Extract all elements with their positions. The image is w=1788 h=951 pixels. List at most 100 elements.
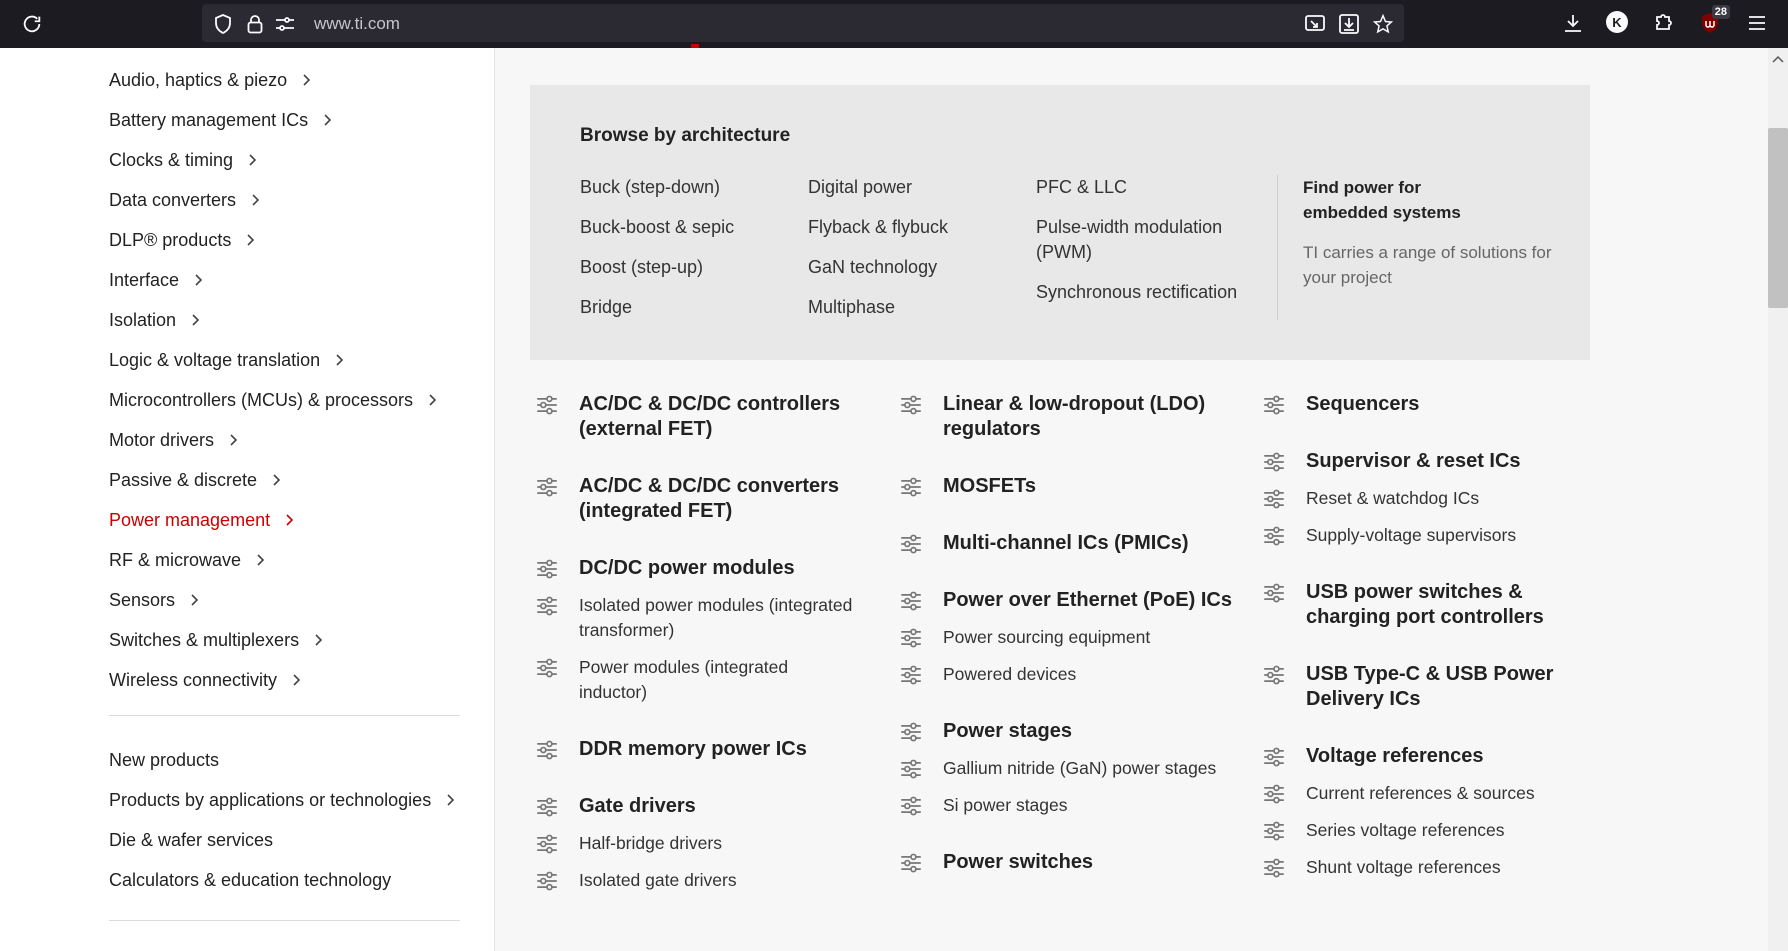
picture-in-picture-icon[interactable] (1304, 13, 1326, 35)
filter-sliders-icon (537, 740, 557, 760)
architecture-link-boost-step-up[interactable]: Boost (step-up) (580, 255, 805, 280)
sidebar-item-switches-multiplexers[interactable]: Switches & multiplexers (109, 620, 441, 660)
scroll-up-arrow-icon[interactable] (1768, 52, 1788, 66)
filter-sliders-icon (537, 559, 557, 579)
category-label: USB power switches & charging port contr… (1306, 581, 1544, 628)
category-link-power-switches[interactable]: Power switches (901, 850, 1233, 875)
filter-sliders-icon (1264, 452, 1284, 472)
filter-sliders-icon (901, 477, 921, 497)
category-label: Shunt voltage references (1306, 857, 1501, 877)
sidebar-item-wireless-connectivity[interactable]: Wireless connectivity (109, 660, 441, 700)
sidebar-item-rf-microwave[interactable]: RF & microwave (109, 540, 441, 580)
category-label: Gallium nitride (GaN) power stages (943, 758, 1217, 778)
url-text[interactable]: www.ti.com (314, 14, 400, 34)
sidebar-item-audio-haptics-piezo[interactable]: Audio, haptics & piezo (109, 60, 441, 100)
sidebar-item-motor-drivers[interactable]: Motor drivers (109, 420, 441, 460)
subcategory-link-series-voltage-references[interactable]: Series voltage references (1264, 818, 1566, 843)
filter-sliders-icon (1264, 395, 1284, 415)
extensions-puzzle-icon[interactable] (1650, 10, 1676, 36)
architecture-link-gan-technology[interactable]: GaN technology (808, 255, 1033, 280)
subcategory-link-power-sourcing-equipment[interactable]: Power sourcing equipment (901, 625, 1233, 650)
category-link-supervisor-reset-ics[interactable]: Supervisor & reset ICs (1264, 449, 1566, 474)
architecture-link-flyback-flybuck[interactable]: Flyback & flybuck (808, 215, 1033, 240)
subcategory-link-supply-voltage-supervisors[interactable]: Supply-voltage supervisors (1264, 523, 1566, 548)
subcategory-link-reset-watchdog-ics[interactable]: Reset & watchdog ICs (1264, 486, 1566, 511)
filter-sliders-icon (1264, 747, 1284, 767)
permissions-icon[interactable] (274, 13, 296, 35)
architecture-link-bridge[interactable]: Bridge (580, 295, 805, 320)
account-avatar-icon[interactable]: K (1606, 11, 1628, 33)
sidebar-item-clocks-timing[interactable]: Clocks & timing (109, 140, 441, 180)
page-scrollbar[interactable] (1768, 48, 1788, 951)
category-link-power-over-ethernet-poe-ics[interactable]: Power over Ethernet (PoE) ICs (901, 588, 1233, 613)
subcategory-link-half-bridge-drivers[interactable]: Half-bridge drivers (537, 831, 859, 856)
filter-sliders-icon (537, 658, 557, 678)
chevron-right-icon (252, 194, 260, 206)
subcategory-link-isolated-power-modules-integrated-transformer[interactable]: Isolated power modules (integrated trans… (537, 593, 859, 643)
ublock-shield-icon[interactable]: 28 (1698, 5, 1730, 35)
category-link-ac-dc-dc-dc-controllers-external-fet[interactable]: AC/DC & DC/DC controllers (external FET) (537, 392, 859, 442)
category-link-mosfets[interactable]: MOSFETs (901, 474, 1233, 499)
downloads-icon[interactable] (1560, 10, 1586, 36)
category-link-sequencers[interactable]: Sequencers (1264, 392, 1566, 417)
subcategory-link-current-references-sources[interactable]: Current references & sources (1264, 781, 1566, 806)
sidebar-item-power-management[interactable]: Power management (109, 500, 441, 540)
architecture-link-multiphase[interactable]: Multiphase (808, 295, 1033, 320)
category-link-usb-type-c-usb-power-delivery-ics[interactable]: USB Type-C & USB Power Delivery ICs (1264, 662, 1566, 712)
category-link-dc-dc-power-modules[interactable]: DC/DC power modules (537, 556, 859, 581)
architecture-link-pfc-llc[interactable]: PFC & LLC (1036, 175, 1251, 200)
filter-sliders-icon (901, 628, 921, 648)
sidebar-item-calculators-education-technology[interactable]: Calculators & education technology (109, 860, 459, 900)
save-page-icon[interactable] (1338, 13, 1360, 35)
subcategory-link-powered-devices[interactable]: Powered devices (901, 662, 1233, 687)
category-link-usb-power-switches-charging-port-controllers[interactable]: USB power switches & charging port contr… (1264, 580, 1566, 630)
sidebar-item-die-wafer-services[interactable]: Die & wafer services (109, 820, 459, 860)
shield-icon[interactable] (212, 13, 234, 35)
account-initial: K (1612, 14, 1622, 30)
reload-icon[interactable] (18, 10, 46, 38)
sidebar-item-new-products[interactable]: New products (109, 740, 459, 780)
architecture-column: PFC & LLC Pulse-width modulation (PWM) Syn… (1036, 175, 1251, 320)
architecture-link-buck-step-down[interactable]: Buck (step-down) (580, 175, 805, 200)
chevron-right-icon (195, 274, 203, 286)
sidebar-item-passive-discrete[interactable]: Passive & discrete (109, 460, 441, 500)
architecture-link-synchronous-rectification[interactable]: Synchronous rectification (1036, 280, 1251, 305)
category-link-voltage-references[interactable]: Voltage references (1264, 744, 1566, 769)
category-label: DDR memory power ICs (579, 738, 807, 760)
sidebar-item-logic-voltage-translation[interactable]: Logic & voltage translation (109, 340, 441, 380)
embedded-power-link[interactable]: Find power for embedded systems (1303, 175, 1493, 225)
scrollbar-thumb[interactable] (1768, 128, 1788, 308)
sidebar-item-data-converters[interactable]: Data converters (109, 180, 441, 220)
sidebar-item-isolation[interactable]: Isolation (109, 300, 441, 340)
sidebar-item-interface[interactable]: Interface (109, 260, 441, 300)
category-label: Linear & low-dropout (LDO) regulators (943, 393, 1206, 440)
subcategory-link-power-modules-integrated-inductor[interactable]: Power modules (integrated inductor) (537, 655, 859, 705)
sidebar-item-dlp-products[interactable]: DLP® products (109, 220, 441, 260)
filter-sliders-icon (901, 759, 921, 779)
product-category-sidebar: Audio, haptics & piezo Battery management… (0, 48, 495, 951)
menu-hamburger-icon[interactable] (1745, 11, 1769, 35)
address-bar[interactable]: www.ti.com (202, 4, 1404, 42)
category-link-ddr-memory-power-ics[interactable]: DDR memory power ICs (537, 737, 859, 762)
sidebar-item-products-by-applications-or-technologies[interactable]: Products by applications or technologies (109, 780, 459, 820)
architecture-link-digital-power[interactable]: Digital power (808, 175, 1033, 200)
category-link-ac-dc-dc-dc-converters-integrated-fet[interactable]: AC/DC & DC/DC converters (integrated FET… (537, 474, 859, 524)
category-link-multi-channel-ics-pmics[interactable]: Multi-channel ICs (PMICs) (901, 531, 1233, 556)
architecture-link-pulse-width-modulation-pwm[interactable]: Pulse-width modulation (PWM) (1036, 215, 1251, 265)
bookmark-star-icon[interactable] (1372, 13, 1394, 35)
sidebar-item-sensors[interactable]: Sensors (109, 580, 441, 620)
subcategory-link-isolated-gate-drivers[interactable]: Isolated gate drivers (537, 868, 859, 893)
subcategory-link-gallium-nitride-gan-power-stages[interactable]: Gallium nitride (GaN) power stages (901, 756, 1233, 781)
sidebar-item-microcontrollers-mcus-processors[interactable]: Microcontrollers (MCUs) & processors (109, 380, 441, 420)
category-link-power-stages[interactable]: Power stages (901, 719, 1233, 744)
sidebar-item-label: Interface (109, 269, 180, 290)
subcategory-link-si-power-stages[interactable]: Si power stages (901, 793, 1233, 818)
architecture-link-buck-boost-sepic[interactable]: Buck-boost & sepic (580, 215, 805, 240)
sidebar-item-battery-management-ics[interactable]: Battery management ICs (109, 100, 441, 140)
category-link-gate-drivers[interactable]: Gate drivers (537, 794, 859, 819)
browser-toolbar: www.ti.com K 28 (0, 0, 1788, 48)
chevron-right-icon (249, 154, 257, 166)
lock-icon[interactable] (244, 13, 266, 35)
category-link-linear-low-dropout-ldo-regulators[interactable]: Linear & low-dropout (LDO) regulators (901, 392, 1233, 442)
subcategory-link-shunt-voltage-references[interactable]: Shunt voltage references (1264, 855, 1566, 880)
